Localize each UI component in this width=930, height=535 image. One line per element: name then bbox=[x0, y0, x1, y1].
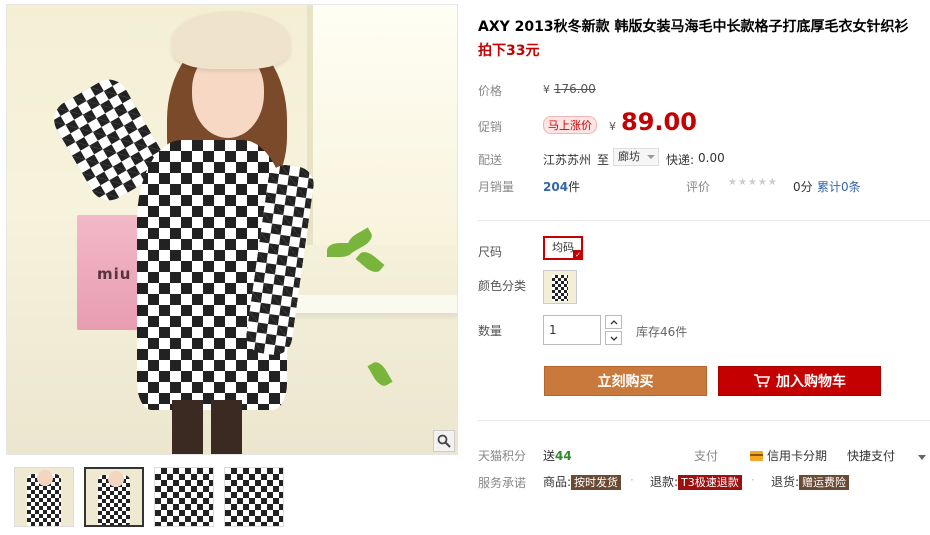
plant-leaf bbox=[355, 248, 385, 276]
points-value: 44 bbox=[555, 449, 572, 463]
payment-dropdown[interactable] bbox=[918, 449, 926, 463]
quick-pay-option[interactable]: 快捷支付 bbox=[847, 447, 895, 464]
separator: · bbox=[751, 473, 755, 487]
rating-stars: ★★★★★ bbox=[728, 177, 778, 188]
shipping-to-word: 至 bbox=[597, 153, 610, 167]
review-count-link[interactable]: 累计0条 bbox=[817, 178, 861, 195]
shipping-fee-label: 快递: bbox=[666, 153, 695, 167]
monthly-sales: 204件 bbox=[543, 178, 580, 195]
bag-logo-text: miu bbox=[97, 265, 132, 283]
currency-symbol: ¥ bbox=[609, 120, 616, 133]
photo-window bbox=[307, 5, 457, 245]
service-goods: 商品: 按时发货 bbox=[543, 473, 622, 490]
size-option-selected[interactable]: 均码 ✓ bbox=[543, 236, 583, 260]
chevron-down-icon bbox=[647, 155, 655, 163]
goods-label: 商品: bbox=[543, 475, 572, 489]
color-swatch-image bbox=[552, 275, 568, 301]
quantity-input[interactable] bbox=[543, 315, 601, 345]
quantity-increase-button[interactable] bbox=[605, 315, 622, 329]
destination-value: 廊坊 bbox=[618, 150, 640, 163]
plant-leaf bbox=[367, 359, 393, 389]
chevron-down-icon bbox=[610, 336, 617, 341]
model-legs bbox=[172, 400, 242, 454]
cart-icon bbox=[754, 374, 770, 388]
sales-unit: 件 bbox=[568, 180, 581, 194]
magnifier-icon bbox=[437, 434, 451, 448]
points-prefix: 送 bbox=[543, 449, 556, 463]
original-price: ¥ 176.00 bbox=[543, 82, 596, 96]
price-label: 价格 bbox=[478, 84, 503, 98]
buy-now-button[interactable]: 立刻购买 bbox=[544, 366, 707, 396]
thumbnail-strip bbox=[14, 467, 284, 529]
on-time-delivery-tag[interactable]: 按时发货 bbox=[571, 475, 622, 490]
divider bbox=[478, 220, 930, 221]
shipping-fee: 0.00 bbox=[698, 151, 725, 165]
photo-shelf bbox=[277, 295, 457, 313]
rating-label: 评价 bbox=[686, 180, 711, 194]
model-hat bbox=[172, 11, 290, 69]
size-option-label: 均码 bbox=[552, 241, 574, 254]
payment-label: 支付 bbox=[694, 449, 719, 463]
product-gallery: miu bbox=[6, 4, 458, 530]
active-thumbnail-pointer bbox=[109, 467, 119, 468]
chevron-down-icon bbox=[918, 455, 926, 460]
thumbnail-1[interactable] bbox=[14, 467, 74, 527]
return-label: 退货: bbox=[771, 475, 800, 489]
thumbnail-face bbox=[37, 470, 53, 486]
thumbnail-image bbox=[155, 468, 213, 526]
service-promise-label: 服务承诺 bbox=[478, 476, 527, 490]
thumbnail-face bbox=[108, 471, 124, 487]
fast-refund-tag[interactable]: T3极速退款 bbox=[678, 475, 742, 490]
credit-card-installment[interactable]: 信用卡分期 bbox=[750, 447, 827, 464]
sales-count: 204 bbox=[543, 180, 569, 194]
zoom-button[interactable] bbox=[433, 430, 455, 452]
quantity-label: 数量 bbox=[478, 324, 503, 338]
shipping-insurance-tag[interactable]: 赠运费险 bbox=[799, 475, 850, 490]
add-to-cart-label: 加入购物车 bbox=[776, 374, 846, 390]
quantity-decrease-button[interactable] bbox=[605, 331, 622, 345]
stock-count: 库存46件 bbox=[636, 325, 688, 339]
product-detail-panel: AXY 2013秋冬新款 韩版女装马海毛中长款格子打底厚毛衣女针织衫 拍下33元… bbox=[478, 0, 930, 535]
rating-score: 0分 bbox=[793, 180, 813, 194]
service-return: 退货: 赠运费险 bbox=[771, 473, 850, 490]
buy-now-label: 立刻购买 bbox=[597, 374, 654, 390]
destination-select[interactable]: 廊坊 bbox=[613, 148, 659, 166]
original-price-value: 176.00 bbox=[553, 82, 596, 96]
chevron-up-icon bbox=[610, 319, 617, 324]
thumbnail-3[interactable] bbox=[154, 467, 214, 527]
credit-card-icon bbox=[750, 451, 763, 461]
check-icon: ✓ bbox=[573, 250, 583, 260]
color-label: 颜色分类 bbox=[478, 279, 527, 293]
add-to-cart-button[interactable]: 加入购物车 bbox=[718, 366, 881, 396]
price-rise-badge: 马上涨价 bbox=[543, 116, 597, 134]
thumbnail-image bbox=[225, 468, 283, 526]
divider bbox=[478, 420, 930, 421]
thumbnail-2[interactable] bbox=[84, 467, 144, 527]
main-product-image[interactable]: miu bbox=[6, 4, 458, 455]
tmall-points-label: 天猫积分 bbox=[478, 449, 527, 463]
promo-label: 促销 bbox=[478, 120, 503, 134]
promo-text: 拍下33元 bbox=[478, 43, 540, 59]
shipping-from: 江苏苏州 bbox=[543, 153, 592, 167]
refund-label: 退款: bbox=[650, 475, 679, 489]
monthly-sales-label: 月销量 bbox=[478, 180, 515, 194]
color-option[interactable] bbox=[543, 270, 577, 304]
thumbnail-4[interactable] bbox=[224, 467, 284, 527]
credit-card-label: 信用卡分期 bbox=[767, 449, 828, 463]
product-title: AXY 2013秋冬新款 韩版女装马海毛中长款格子打底厚毛衣女针织衫 bbox=[478, 19, 909, 35]
currency-symbol: ¥ bbox=[543, 83, 550, 96]
shipping-label: 配送 bbox=[478, 153, 503, 167]
size-label: 尺码 bbox=[478, 245, 503, 259]
current-price: 89.00 bbox=[621, 108, 697, 136]
tmall-points: 送44 bbox=[543, 447, 572, 464]
separator: · bbox=[630, 473, 634, 487]
service-refund: 退款: T3极速退款 bbox=[650, 473, 742, 490]
